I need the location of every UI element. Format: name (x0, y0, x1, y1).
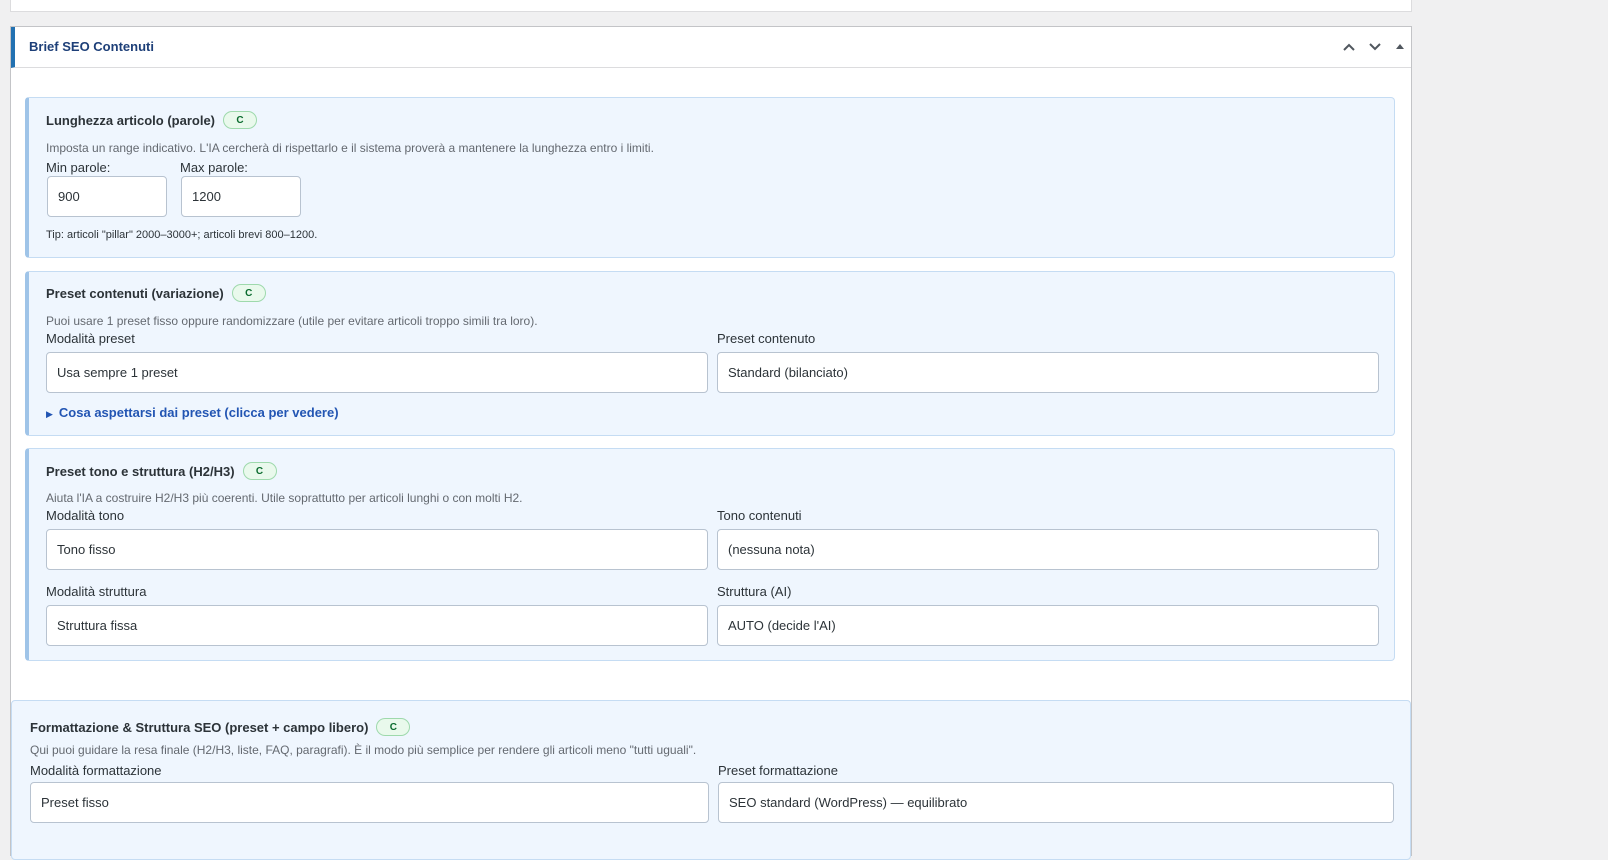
length-card: Lunghezza articolo (parole) C Imposta un… (25, 97, 1395, 258)
max-words-input[interactable]: 1200 (181, 176, 301, 217)
tone-structure-description: Aiuta l'IA a costruire H2/H3 più coerent… (46, 491, 523, 505)
tone-structure-card: Preset tono e struttura (H2/H3) C Aiuta … (25, 448, 1395, 661)
status-badge: C (231, 284, 266, 302)
move-down-button[interactable] (1364, 36, 1386, 58)
length-title: Lunghezza articolo (parole) C (46, 111, 258, 129)
min-words-input[interactable]: 900 (47, 176, 167, 217)
formatting-title-text: Formattazione & Struttura SEO (preset + … (30, 719, 369, 735)
tone-mode-label: Modalità tono (46, 508, 125, 523)
formatting-mode-select[interactable]: Preset fisso (30, 782, 709, 823)
tone-structure-title: Preset tono e struttura (H2/H3) C (46, 462, 277, 480)
metabox-header[interactable]: Brief SEO Contenuti (11, 27, 1411, 68)
chevron-up-icon (1343, 43, 1355, 51)
content-preset-card: Preset contenuti (variazione) C Puoi usa… (25, 271, 1395, 436)
tone-label: Tono contenuti (717, 508, 802, 523)
length-tip: Tip: articoli "pillar" 2000–3000+; artic… (46, 229, 318, 241)
length-description: Imposta un range indicativo. L'IA cerche… (46, 141, 654, 155)
content-preset-description: Puoi usare 1 preset fisso oppure randomi… (46, 314, 538, 328)
toggle-panel-button[interactable] (1389, 36, 1411, 58)
tone-select[interactable]: (nessuna nota) (717, 529, 1379, 570)
preset-details-text: Cosa aspettarsi dai preset (clicca per v… (58, 405, 339, 420)
max-words-label: Max parole: (180, 160, 248, 175)
min-words-label: Min parole: (46, 160, 111, 175)
caret-up-icon (1396, 44, 1404, 49)
formatting-preset-select[interactable]: SEO standard (WordPress) — equilibrato (718, 782, 1394, 823)
preset-details-toggle[interactable]: ▶ Cosa aspettarsi dai preset (clicca per … (46, 405, 339, 420)
structure-mode-label: Modalità struttura (46, 584, 147, 599)
status-badge: C (223, 111, 258, 129)
content-preset-title-text: Preset contenuti (variazione) (46, 285, 224, 301)
chevron-down-icon (1369, 43, 1381, 51)
preset-mode-select[interactable]: Usa sempre 1 preset (46, 352, 708, 393)
length-title-text: Lunghezza articolo (parole) (46, 112, 216, 128)
formatting-preset-label: Preset formattazione (718, 763, 838, 778)
previous-metabox (10, 0, 1412, 12)
content-preset-select[interactable]: Standard (bilanciato) (717, 352, 1379, 393)
content-preset-label: Preset contenuto (717, 331, 816, 346)
status-badge: C (242, 462, 277, 480)
structure-mode-select[interactable]: Struttura fissa (46, 605, 708, 646)
tone-structure-title-text: Preset tono e struttura (H2/H3) (46, 463, 235, 479)
status-badge: C (376, 718, 411, 736)
structure-label: Struttura (AI) (717, 584, 792, 599)
disclosure-triangle-icon: ▶ (46, 409, 53, 419)
tone-mode-select[interactable]: Tono fisso (46, 529, 708, 570)
formatting-card: Formattazione & Struttura SEO (preset + … (11, 700, 1411, 860)
formatting-title: Formattazione & Struttura SEO (preset + … (30, 718, 411, 736)
formatting-mode-label: Modalità formattazione (30, 763, 162, 778)
structure-select[interactable]: AUTO (decide l'AI) (717, 605, 1379, 646)
formatting-description: Qui puoi guidare la resa finale (H2/H3, … (30, 743, 697, 757)
content-preset-title: Preset contenuti (variazione) C (46, 284, 266, 302)
move-up-button[interactable] (1338, 36, 1360, 58)
metabox-title: Brief SEO Contenuti (29, 39, 154, 54)
preset-mode-label: Modalità preset (46, 331, 135, 346)
